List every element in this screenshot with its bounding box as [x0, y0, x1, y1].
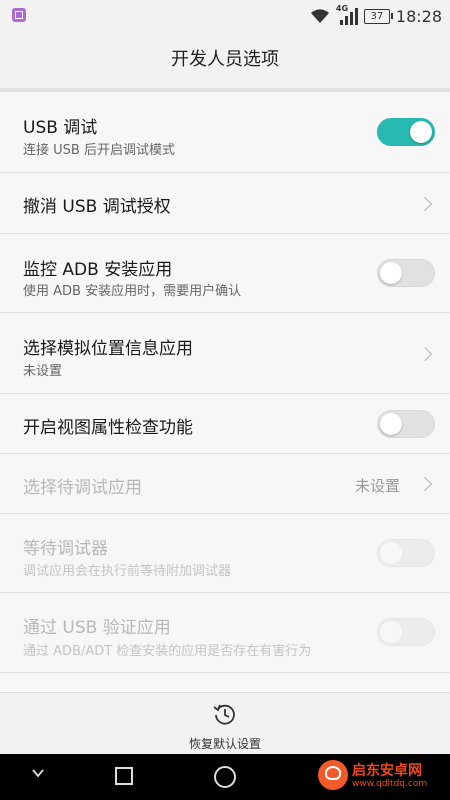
setting-monitor-adb-install[interactable]: 监控 ADB 安装应用 使用 ADB 安装应用时，需要用户确认 — [0, 234, 450, 313]
usb-debugging-toggle[interactable] — [377, 118, 435, 146]
setting-title: 等待调试器 — [23, 539, 108, 559]
setting-title: 开启视图属性检查功能 — [23, 418, 193, 438]
watermark-url: www.qdltdq.com — [352, 779, 428, 789]
status-icons: 4G 37 18:28 — [310, 4, 442, 28]
watermark: 启东安卓网 www.qdltdq.com — [318, 754, 448, 800]
wifi-icon — [310, 9, 329, 23]
settings-list[interactable]: USB 调试 连接 USB 后开启调试模式 撤消 USB 调试授权 监控 ADB… — [0, 92, 450, 692]
restore-icon — [213, 704, 235, 725]
notification-app-icon — [12, 8, 26, 22]
chevron-right-icon — [417, 476, 433, 492]
battery-icon: 37 — [363, 8, 393, 24]
setting-title: 撤消 USB 调试授权 — [23, 197, 171, 217]
setting-subtitle: 未设置 — [23, 364, 63, 379]
setting-wait-for-debugger: 等待调试器 调试应用会在执行前等待附加调试器 — [0, 514, 450, 593]
chevron-down-icon[interactable] — [32, 767, 44, 779]
home-button[interactable] — [214, 766, 236, 788]
setting-verify-usb-apps: 通过 USB 验证应用 通过 ADB/ADT 检查安装的应用是否存在有害行为 — [0, 593, 450, 673]
watermark-title: 启东安卓网 — [352, 763, 422, 779]
status-time: 18:28 — [395, 6, 442, 26]
setting-usb-debugging[interactable]: USB 调试 连接 USB 后开启调试模式 — [0, 92, 450, 173]
restore-defaults-button[interactable]: 恢复默认设置 — [0, 692, 450, 755]
setting-subtitle: 使用 ADB 安装应用时，需要用户确认 — [23, 284, 242, 299]
monitor-adb-toggle[interactable] — [377, 259, 435, 287]
setting-select-debug-app: 选择待调试应用 未设置 — [0, 454, 450, 514]
setting-title: USB 调试 — [23, 118, 98, 138]
chevron-right-icon — [417, 346, 433, 362]
wait-debugger-toggle — [377, 539, 435, 567]
chevron-right-icon — [417, 196, 433, 212]
setting-title: 选择待调试应用 — [23, 478, 142, 498]
signal-icon: 4G — [336, 4, 358, 25]
watermark-logo-icon — [318, 760, 348, 790]
battery-level: 37 — [370, 10, 384, 22]
page-title: 开发人员选项 — [171, 49, 279, 70]
setting-subtitle: 调试应用会在执行前等待附加调试器 — [23, 564, 232, 579]
recents-button[interactable] — [115, 767, 133, 785]
setting-revoke-usb-auth[interactable]: 撤消 USB 调试授权 — [0, 173, 450, 234]
setting-mock-location-app[interactable]: 选择模拟位置信息应用 未设置 — [0, 313, 450, 394]
setting-title: 通过 USB 验证应用 — [23, 618, 171, 638]
setting-title: 监控 ADB 安装应用 — [23, 260, 173, 280]
setting-view-attribute-inspection[interactable]: 开启视图属性检查功能 — [0, 394, 450, 454]
title-bar: 开发人员选项 — [0, 32, 450, 88]
view-attribute-toggle[interactable] — [377, 410, 435, 438]
verify-usb-toggle — [377, 618, 435, 646]
setting-value: 未设置 — [354, 477, 400, 495]
setting-subtitle: 通过 ADB/ADT 检查安装的应用是否存在有害行为 — [23, 644, 312, 659]
setting-subtitle: 连接 USB 后开启调试模式 — [23, 143, 175, 158]
status-bar: 4G 37 18:28 — [0, 0, 450, 32]
setting-title: 选择模拟位置信息应用 — [23, 339, 193, 359]
restore-defaults-label: 恢复默认设置 — [188, 737, 261, 751]
